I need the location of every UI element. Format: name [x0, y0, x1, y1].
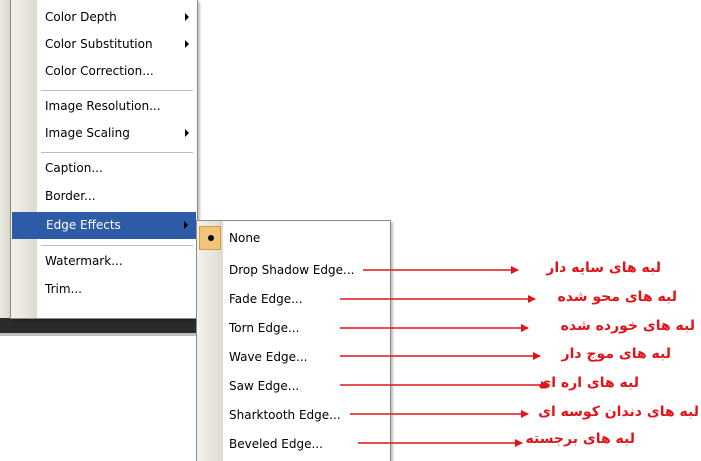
menu-item-color-correction[interactable]: Color Correction... [11, 58, 197, 85]
submenu-arrow-icon [185, 40, 189, 48]
menu-item-image-scaling[interactable]: Image Scaling [11, 120, 197, 147]
submenu-item-label: Fade Edge... [229, 292, 303, 306]
menu-item-edge-effects[interactable]: Edge Effects [12, 212, 196, 239]
submenu-item-torn-edge[interactable]: Torn Edge... [197, 315, 390, 342]
submenu-item-wave-edge[interactable]: Wave Edge... [197, 344, 390, 371]
annotation-label-fade: لبه های محو شده [557, 289, 677, 305]
submenu-arrow-icon [185, 13, 189, 21]
submenu-item-label: Drop Shadow Edge... [229, 263, 355, 277]
menu-item-color-depth[interactable]: Color Depth [11, 4, 197, 31]
menu-separator [41, 152, 193, 153]
submenu-item-label: None [229, 231, 261, 245]
menu-item-label: Caption... [45, 161, 103, 175]
submenu-item-beveled-edge[interactable]: Beveled Edge... [197, 431, 390, 458]
submenu-item-saw-edge[interactable]: Saw Edge... [197, 373, 390, 400]
menu-item-label: Color Correction... [45, 64, 154, 78]
annotation-label-drop-shadow: لبه های سایه دار [546, 260, 661, 276]
image-context-menu: Color Depth Color Substitution Color Cor… [10, 0, 198, 319]
submenu-arrow-icon [184, 221, 188, 229]
annotation-label-wave: لبه های موج دار [561, 346, 671, 362]
submenu-item-label: Beveled Edge... [229, 437, 323, 451]
menu-item-watermark[interactable]: Watermark... [11, 248, 197, 275]
submenu-item-label: Saw Edge... [229, 379, 300, 393]
menu-item-label: Image Scaling [45, 126, 130, 140]
status-bar [0, 318, 196, 336]
annotation-label-torn: لبه های خورده شده [560, 318, 695, 334]
menu-item-trim[interactable]: Trim... [11, 276, 197, 303]
submenu-item-label: Wave Edge... [229, 350, 308, 364]
submenu-item-label: Sharktooth Edge... [229, 408, 341, 422]
edge-effects-submenu: None Drop Shadow Edge... Fade Edge... To… [196, 220, 391, 461]
annotation-label-sharktooth: لبه های دندان کوسه ای [538, 404, 699, 420]
check-cell [199, 226, 221, 250]
submenu-item-fade-edge[interactable]: Fade Edge... [197, 286, 390, 313]
menu-item-label: Edge Effects [46, 218, 121, 232]
annotation-label-beveled: لبه های برجسته [525, 431, 635, 447]
radio-bullet-icon [208, 235, 214, 241]
window-edge [0, 0, 10, 318]
menu-item-label: Color Substitution [45, 37, 153, 51]
submenu-arrow-icon [185, 129, 189, 137]
submenu-item-sharktooth-edge[interactable]: Sharktooth Edge... [197, 402, 390, 429]
menu-separator [41, 90, 193, 91]
menu-item-label: Watermark... [45, 254, 123, 268]
menu-item-label: Color Depth [45, 10, 117, 24]
menu-item-label: Image Resolution... [45, 99, 161, 113]
menu-item-label: Border... [45, 189, 96, 203]
menu-separator [41, 245, 193, 246]
submenu-item-label: Torn Edge... [229, 321, 300, 335]
submenu-item-none[interactable]: None [197, 225, 390, 252]
menu-item-color-substitution[interactable]: Color Substitution [11, 31, 197, 58]
annotation-label-saw: لبه های اره ای [538, 375, 639, 391]
menu-item-label: Trim... [45, 282, 82, 296]
submenu-item-drop-shadow-edge[interactable]: Drop Shadow Edge... [197, 257, 390, 284]
menu-item-border[interactable]: Border... [11, 183, 197, 210]
menu-item-caption[interactable]: Caption... [11, 155, 197, 182]
menu-item-image-resolution[interactable]: Image Resolution... [11, 93, 197, 120]
